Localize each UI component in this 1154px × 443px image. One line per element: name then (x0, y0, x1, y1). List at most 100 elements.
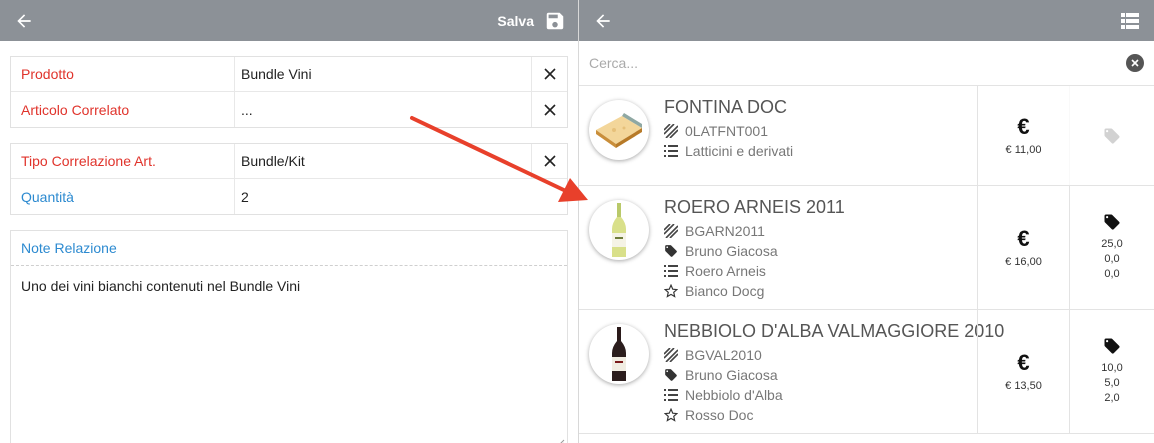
thumb-col (579, 310, 659, 433)
clear-icon[interactable] (532, 57, 567, 91)
product-name: FONTINA DOC (664, 97, 788, 117)
product-card: Prodotto Bundle Vini Articolo Correlato … (10, 56, 568, 128)
price-col: € € 16,00 (977, 186, 1069, 309)
thumb-col (579, 86, 659, 185)
discount-1: 10,0 (1101, 362, 1123, 374)
product-category: Nebbiolo d'Alba (685, 387, 783, 403)
save-icon (546, 12, 564, 29)
prodotto-field[interactable]: Bundle Vini (235, 57, 532, 91)
list-toolbar (579, 0, 1154, 41)
discount-col (1069, 86, 1154, 185)
list-icon (664, 265, 678, 277)
discount-col: 25,0 0,0 0,0 (1069, 186, 1154, 309)
product-code: BGARN2011 (685, 223, 765, 239)
product-category-row: Nebbiolo d'Alba (664, 385, 977, 405)
search-input[interactable] (589, 55, 1126, 71)
product-info: FONTINA DOC 0LATFNT001 Latticini e deriv… (659, 86, 977, 185)
product-category-row: Latticini e derivati (664, 141, 977, 161)
note-card: Note Relazione Uno dei vini bianchi cont… (10, 230, 568, 443)
product-code-row: BGARN2011 (664, 221, 977, 241)
app-root: Salva Prodotto Bundle Vini Articolo Corr… (0, 0, 1154, 443)
edit-toolbar: Salva (0, 0, 578, 41)
save-button[interactable]: Salva (497, 10, 566, 32)
note-textarea[interactable]: Uno dei vini bianchi contenuti nel Bundl… (11, 266, 567, 443)
thumb-col (579, 186, 659, 309)
form-row-prodotto: Prodotto Bundle Vini (11, 57, 567, 92)
back-icon[interactable] (591, 9, 615, 33)
price-col: € € 13,50 (977, 310, 1069, 433)
product-type: Rosso Doc (685, 407, 754, 423)
relation-card: Tipo Correlazione Art. Bundle/Kit Quanti… (10, 143, 568, 215)
barcode-icon (664, 348, 678, 362)
discount-3: 0,0 (1104, 268, 1120, 280)
product-price: € 13,50 (1005, 379, 1042, 392)
product-info: ROERO ARNEIS 2011 BGARN2011 Bruno Giacos… (659, 186, 977, 309)
resize-handle-icon[interactable] (555, 437, 565, 443)
list-view-icon[interactable] (1118, 9, 1142, 33)
tag-icon (665, 369, 677, 381)
articolo-correlato-field[interactable]: ... (235, 92, 532, 127)
product-producer-row: Bruno Giacosa (664, 241, 977, 261)
field-label: Prodotto (11, 57, 235, 91)
euro-icon: € (1017, 113, 1030, 139)
back-icon[interactable] (12, 9, 36, 33)
tag-icon (1104, 338, 1120, 354)
product-producer: Bruno Giacosa (685, 367, 778, 383)
product-type: Bianco Docg (685, 283, 765, 299)
star-icon (664, 408, 678, 422)
product-code-row: 0LATFNT001 (664, 121, 977, 141)
product-code-row: BGVAL2010 (664, 345, 977, 365)
field-label: Quantità (11, 179, 235, 214)
quantita-field[interactable]: 2 (235, 179, 567, 214)
barcode-icon (664, 124, 678, 138)
product-name: NEBBIOLO D'ALBA VALMAGGIORE 2010 (664, 321, 1005, 341)
form-area: Prodotto Bundle Vini Articolo Correlato … (0, 41, 578, 443)
euro-icon: € (1017, 349, 1030, 375)
product-producer-row: Bruno Giacosa (664, 365, 977, 385)
form-row-articolo: Articolo Correlato ... (11, 92, 567, 127)
cheese-image (589, 100, 649, 160)
list-item[interactable]: NEBBIOLO D'ALBA VALMAGGIORE 2010 BGVAL20… (579, 310, 1154, 434)
product-producer: Bruno Giacosa (685, 243, 778, 259)
product-category: Latticini e derivati (685, 143, 794, 159)
list-item[interactable]: FONTINA DOC 0LATFNT001 Latticini e deriv… (579, 86, 1154, 186)
barcode-icon (664, 224, 678, 238)
tag-icon (665, 245, 677, 257)
edit-panel: Salva Prodotto Bundle Vini Articolo Corr… (0, 0, 578, 443)
product-price: € 16,00 (1005, 255, 1042, 268)
form-row-tipo: Tipo Correlazione Art. Bundle/Kit (11, 144, 567, 179)
price-col: € € 11,00 (977, 86, 1069, 185)
product-name: ROERO ARNEIS 2011 (664, 197, 845, 217)
list-icon (664, 389, 678, 401)
discount-1: 25,0 (1101, 238, 1123, 250)
product-code: 0LATFNT001 (685, 123, 768, 139)
discount-2: 0,0 (1104, 253, 1120, 265)
wine-bottle-image (589, 324, 649, 384)
product-type-row: Bianco Docg (664, 281, 977, 301)
list-item[interactable]: ROERO ARNEIS 2011 BGARN2011 Bruno Giacos… (579, 186, 1154, 310)
product-price: € 11,00 (1005, 143, 1042, 156)
product-info: NEBBIOLO D'ALBA VALMAGGIORE 2010 BGVAL20… (659, 310, 1005, 433)
clear-icon[interactable] (532, 144, 567, 178)
field-label: Tipo Correlazione Art. (11, 144, 235, 178)
clear-search-icon[interactable] (1126, 54, 1144, 72)
euro-icon: € (1017, 225, 1030, 251)
discount-3: 2,0 (1104, 392, 1120, 404)
wine-bottle-image (589, 200, 649, 260)
field-label: Articolo Correlato (11, 92, 235, 127)
list-icon (664, 145, 678, 157)
clear-icon[interactable] (532, 92, 567, 127)
product-category: Roero Arneis (685, 263, 766, 279)
discount-col: 10,0 5,0 2,0 (1069, 310, 1154, 433)
product-list-panel: FONTINA DOC 0LATFNT001 Latticini e deriv… (578, 0, 1154, 443)
form-row-quantita: Quantità 2 (11, 179, 567, 214)
note-label: Note Relazione (11, 231, 567, 266)
product-code: BGVAL2010 (685, 347, 762, 363)
product-category-row: Roero Arneis (664, 261, 977, 281)
product-type-row: Rosso Doc (664, 405, 977, 425)
tipo-correlazione-field[interactable]: Bundle/Kit (235, 144, 532, 178)
search-bar (579, 41, 1154, 86)
tag-icon (1104, 128, 1120, 144)
star-icon (664, 284, 678, 298)
save-label: Salva (497, 12, 534, 29)
